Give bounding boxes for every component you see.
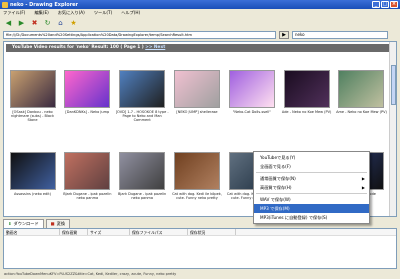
minimize-button[interactable]: _ — [372, 1, 380, 8]
video-caption[interactable]: Assassins (neko edit) — [6, 192, 59, 196]
video-item[interactable]: "Neko-Cat Dolls-ssell" — [225, 55, 278, 137]
video-item[interactable]: Assassins (neko edit) — [6, 137, 59, 216]
refresh-icon[interactable]: ↻ — [43, 18, 52, 27]
video-item[interactable]: [OSask] Danbou - neko nightmare (subs) -… — [6, 55, 59, 137]
video-thumbnail[interactable] — [173, 70, 220, 108]
address-input[interactable]: file:///D:/Documents%20and%20Settings/Ap… — [3, 31, 276, 39]
status-bar: action:YouTubeDownMenuKFV=PLUS2ZZ&title=… — [4, 272, 177, 276]
context-menu-item-label: 全画面で見る(F) — [260, 164, 291, 169]
window-title: neko - Drawing Explorer — [10, 1, 79, 8]
video-thumbnail[interactable] — [119, 70, 166, 108]
video-thumbnail[interactable] — [9, 70, 56, 108]
video-row: [OSask] Danbou - neko nightmare (subs) -… — [6, 55, 388, 137]
menu-bar: ファイル(F) 編集(E) お気に入り(A) ツール(T) ヘルプ(H) — [0, 9, 400, 16]
close-button[interactable]: × — [390, 1, 398, 8]
search-input[interactable]: neko — [292, 31, 388, 39]
forward-icon[interactable]: ▶ — [17, 18, 26, 27]
menu-tools[interactable]: ツール(T) — [94, 10, 112, 16]
tab-download-label: ダウンロード — [13, 221, 39, 226]
video-thumbnail[interactable] — [64, 152, 111, 190]
scrollbar-thumb[interactable] — [391, 65, 396, 105]
video-caption[interactable]: Cat with dog. Kedi ile köpek, cute. Funn… — [170, 192, 223, 200]
context-menu-item-label: MP3 で保存(M) — [260, 206, 290, 211]
video-item[interactable]: Bjark Dugane - ipak pozelin neko panma — [116, 137, 169, 216]
context-menu-item[interactable]: 高画質で保存(H) ▶ — [254, 183, 369, 192]
stop-icon[interactable]: ✖ — [30, 18, 39, 27]
video-caption[interactable]: [DanKDNKs] - Neko Jump — [61, 110, 114, 114]
video-item[interactable]: Ade - Neko no Koe Mew (PV) — [280, 55, 333, 137]
context-menu: YouTubeで見る(Y) 全画面で見る(F) 通常画質で保存(N) ▶ 高画質で保存(… — [253, 151, 370, 224]
menu-help[interactable]: ヘルプ(H) — [121, 10, 140, 16]
video-thumbnail[interactable] — [173, 152, 220, 190]
video-thumbnail[interactable] — [283, 70, 330, 108]
context-menu-item-label: YouTubeで見る(Y) — [260, 155, 296, 160]
context-menu-item-label: 高画質で保存(H) — [260, 185, 292, 190]
video-thumbnail[interactable] — [9, 152, 56, 190]
vertical-scrollbar[interactable] — [389, 42, 396, 216]
video-caption[interactable]: [NEKO JUMP] shellerase — [170, 110, 223, 114]
favorite-icon[interactable]: ★ — [69, 18, 78, 27]
video-thumbnail[interactable] — [338, 70, 385, 108]
download-list: 動画名 保存画質 サイズ 保存ファイルパス 保存状況 — [3, 228, 397, 269]
menu-edit[interactable]: 編集(E) — [34, 10, 48, 16]
menu-separator — [256, 193, 367, 194]
video-caption[interactable]: [OSask] Danbou - neko nightmare (subs) -… — [6, 110, 59, 123]
video-caption[interactable]: Bjark Dugane - ipak pozelin neko panma — [116, 192, 169, 200]
tab-download[interactable]: ⬇ ダウンロード — [3, 219, 44, 228]
back-icon[interactable]: ◀ — [4, 18, 13, 27]
window-controls: _ □ × — [372, 1, 398, 8]
menu-file[interactable]: ファイル(F) — [3, 10, 25, 16]
app-icon — [2, 1, 8, 8]
maximize-button[interactable]: □ — [381, 1, 389, 8]
column-file-path[interactable]: 保存ファイルパス — [130, 229, 188, 235]
column-quality[interactable]: 保存画質 — [60, 229, 88, 235]
go-button[interactable]: ▶ — [279, 31, 289, 39]
video-item[interactable]: [DanKDNKs] - Neko Jump — [61, 55, 114, 137]
next-page-link[interactable]: >> Next — [145, 45, 165, 50]
bottom-tabs: ⬇ ダウンロード ■ 変換 — [3, 219, 397, 228]
video-caption[interactable]: [OVD] 1-7 - HOSOKOE 8 type - Page to Nek… — [116, 110, 169, 123]
video-thumbnail[interactable] — [119, 152, 166, 190]
video-item[interactable]: Bjark Dugane - ipak pozelin neko panma — [61, 137, 114, 216]
window-titlebar: neko - Drawing Explorer _ □ × — [0, 0, 400, 9]
column-status[interactable]: 保存状況 — [188, 229, 236, 235]
context-menu-item[interactable]: MP3 で保存(M) — [254, 204, 369, 213]
context-menu-item[interactable]: 通常画質で保存(N) ▶ — [254, 174, 369, 183]
video-thumbnail[interactable] — [64, 70, 111, 108]
menu-separator — [256, 172, 367, 173]
context-menu-item[interactable]: YouTubeで見る(Y) — [254, 153, 369, 162]
menu-favorites[interactable]: お気に入り(A) — [58, 10, 85, 16]
results-header: YouTube Video results for 'neko' Result:… — [6, 44, 390, 52]
video-item[interactable]: [OVD] 1-7 - HOSOKOE 8 type - Page to Nek… — [116, 55, 169, 137]
context-menu-item-label: WAV で保存(W) — [260, 197, 291, 202]
submenu-arrow-icon: ▶ — [361, 185, 365, 190]
submenu-arrow-icon: ▶ — [361, 176, 365, 181]
video-caption[interactable]: "Neko-Cat Dolls-ssell" — [225, 110, 278, 114]
video-caption[interactable]: Ade - Neko no Koe Mew (PV) — [280, 110, 333, 114]
video-caption[interactable]: Bjark Dugane - ipak pozelin neko panma — [61, 192, 114, 200]
video-item[interactable]: [NEKO JUMP] shellerase — [170, 55, 223, 137]
video-caption[interactable]: Ame - Neko no Koe Mew (PV) — [335, 110, 388, 114]
list-header: 動画名 保存画質 サイズ 保存ファイルパス 保存状況 — [4, 229, 396, 236]
results-header-text: YouTube Video results for 'neko' Result:… — [12, 45, 144, 50]
context-menu-item[interactable]: WAV で保存(W) — [254, 195, 369, 204]
column-size[interactable]: サイズ — [88, 229, 130, 235]
home-icon[interactable]: ⌂ — [56, 18, 65, 27]
context-menu-item[interactable]: 全画面で見る(F) — [254, 162, 369, 171]
download-icon: ⬇ — [8, 221, 12, 226]
address-row: file:///D:/Documents%20and%20Settings/Ap… — [0, 30, 400, 40]
context-menu-item-label: 通常画質で保存(N) — [260, 176, 296, 181]
video-item[interactable]: Ame - Neko no Koe Mew (PV) — [335, 55, 388, 137]
column-video-name[interactable]: 動画名 — [4, 229, 60, 235]
tab-convert-label: 変換 — [56, 221, 66, 226]
toolbar: ◀ ▶ ✖ ↻ ⌂ ★ — [0, 16, 400, 29]
video-item[interactable]: Cat with dog. Kedi ile köpek, cute. Funn… — [170, 137, 223, 216]
convert-icon: ■ — [50, 221, 55, 226]
video-thumbnail[interactable] — [228, 70, 275, 108]
tab-convert[interactable]: ■ 変換 — [45, 219, 71, 228]
